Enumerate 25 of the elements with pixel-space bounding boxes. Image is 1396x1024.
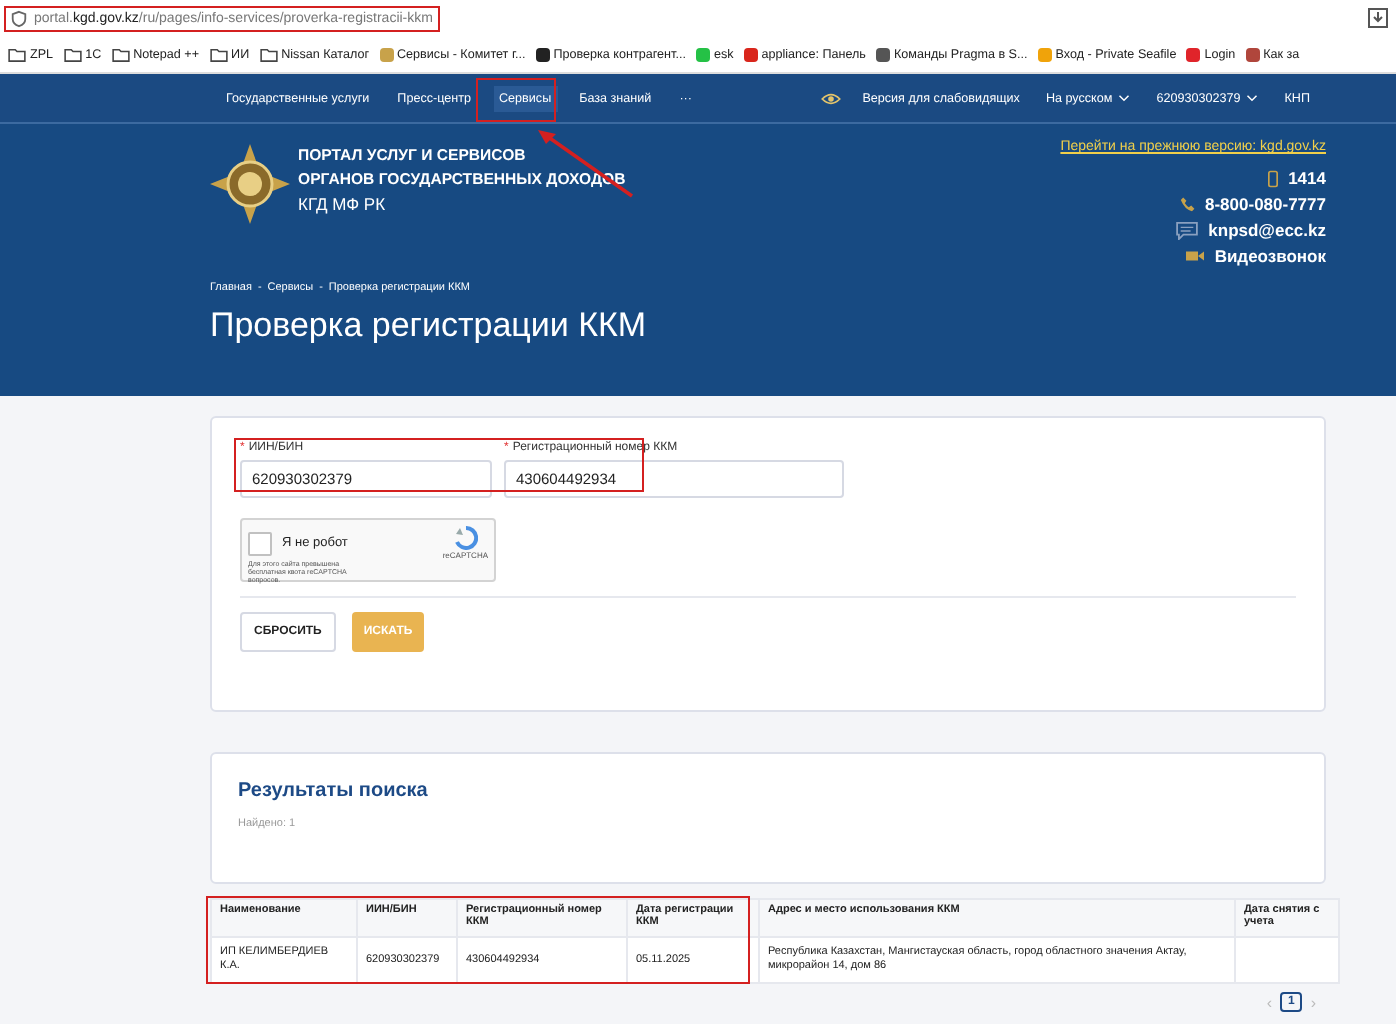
folder-icon	[63, 47, 82, 61]
shield-icon	[10, 9, 28, 27]
phone-icon	[1179, 196, 1195, 212]
captcha-checkbox[interactable]	[248, 531, 272, 555]
chevron-icon	[1246, 94, 1259, 102]
contact-text[interactable]: 8-800-080-7777	[1205, 194, 1326, 214]
eye-icon	[820, 91, 843, 105]
download-icon[interactable]	[1368, 8, 1388, 28]
contact-text[interactable]: 1414	[1288, 168, 1326, 188]
folder-icon	[8, 47, 26, 61]
portal-subtitle: КГД МФ РК	[298, 192, 388, 216]
recaptcha-icon	[453, 526, 478, 550]
video-camera-icon	[1186, 250, 1205, 262]
contact-text[interactable]: knpsd@ecc.kz	[1208, 220, 1326, 240]
folder-icon	[209, 47, 228, 61]
mobile-phone-icon	[1268, 169, 1279, 187]
chevron-icon	[1118, 94, 1131, 102]
contact-text[interactable]: Видеозвонок	[1214, 246, 1326, 266]
highlight-frame	[476, 78, 556, 122]
emblem-icon	[210, 144, 290, 224]
folder-icon	[111, 47, 130, 61]
folder-icon	[259, 47, 278, 61]
page-title: Проверка регистрации ККМ	[210, 306, 649, 346]
results-title: Результаты поиска	[238, 780, 428, 802]
chat-icon	[1176, 221, 1199, 239]
